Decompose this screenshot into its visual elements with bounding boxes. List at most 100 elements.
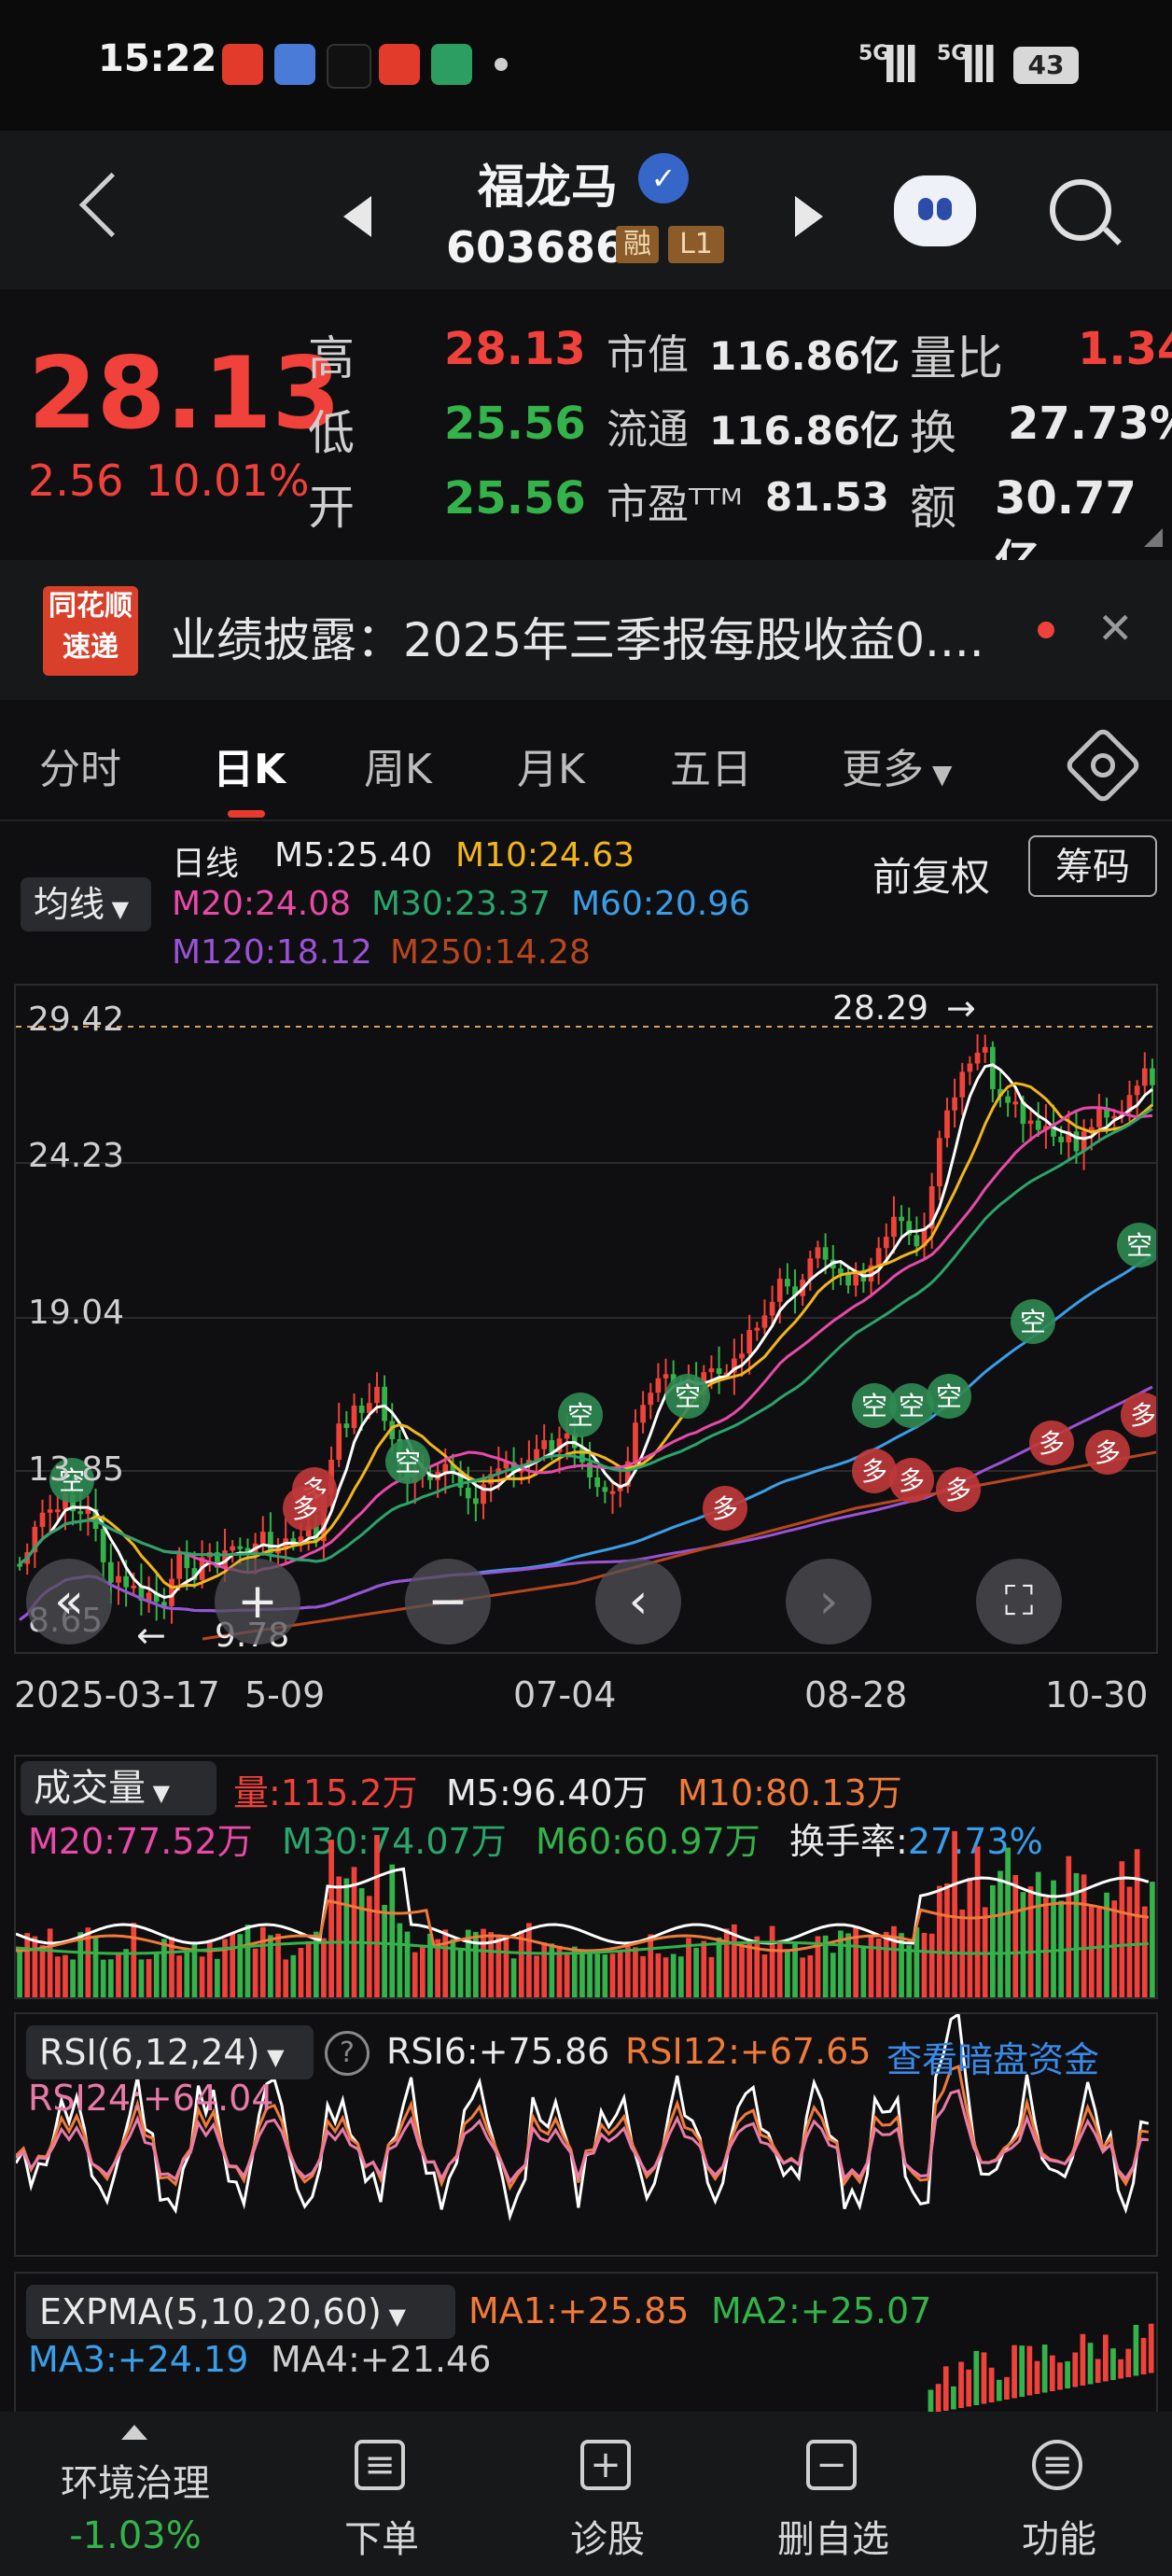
volume-bar	[989, 1884, 996, 1997]
close-icon[interactable]: ✕	[1097, 603, 1134, 653]
candle-body	[708, 1368, 715, 1373]
news-ticker[interactable]: 同花顺 速递 业绩披露：2025年三季报每股收益0.... ✕	[0, 560, 1172, 700]
sector-change: -1.03%	[69, 2514, 202, 2557]
next-stock-icon[interactable]	[795, 196, 823, 237]
candle-body	[100, 1529, 106, 1562]
svg-text:空: 空	[936, 1381, 962, 1412]
kline-chart-pane[interactable]: 空空空空空空空空空多多多多多多多多多	[14, 984, 1158, 1654]
volume-bar	[723, 1928, 730, 1997]
high-value: 28.13	[444, 323, 586, 375]
nav-order[interactable]: ≡ 下单	[302, 2412, 461, 2576]
scroll-left-icon[interactable]: ‹	[595, 1559, 681, 1645]
expma-indicator-selector[interactable]: EXPMA(5,10,20,60) ▼	[26, 2285, 455, 2339]
x-axis-label: 08-28	[804, 1674, 908, 1715]
candle-body	[974, 1052, 981, 1064]
turnover-value: 27.73%	[1008, 398, 1172, 450]
candle-body	[815, 1247, 821, 1259]
nav-remove-watchlist[interactable]: − 删自选	[754, 2412, 913, 2576]
candle-body	[776, 1279, 783, 1302]
back-arrow-icon[interactable]	[78, 172, 145, 238]
expma-candle	[1080, 2333, 1086, 2386]
volume-bar	[244, 1925, 251, 1997]
candle-body	[989, 1046, 996, 1089]
volume-bar	[609, 1953, 616, 1997]
candle-body	[785, 1279, 790, 1287]
volume-bar	[648, 1934, 654, 1997]
nav-diagnose[interactable]: + 诊股	[528, 2412, 687, 2576]
volume-bar	[495, 1934, 502, 1997]
volume-bar	[1051, 1880, 1056, 1997]
nav-functions[interactable]: ≡ 功能	[980, 2412, 1138, 2576]
signal-bars-icon	[886, 45, 922, 82]
expma-candle	[958, 2361, 964, 2408]
candle-body	[1141, 1068, 1148, 1086]
help-icon[interactable]: ?	[325, 2031, 370, 2076]
candle-body	[875, 1248, 882, 1266]
tab-weekly-k[interactable]: 周K	[364, 735, 432, 795]
price-change: 2.56	[28, 455, 124, 506]
chips-button[interactable]: 筹码	[1028, 835, 1157, 897]
zoom-out-icon[interactable]: −	[405, 1559, 491, 1645]
short-signal-marker: 空	[1117, 1223, 1156, 1267]
candle-body	[343, 1423, 350, 1428]
candle-body	[640, 1405, 646, 1423]
volume-bar	[952, 1830, 957, 1997]
ai-assistant-robot-icon[interactable]	[894, 175, 976, 246]
ma20-value: M20:24.08	[172, 885, 352, 923]
dark-pool-funds-link[interactable]: 查看暗盘资金	[886, 2031, 1099, 2082]
expma-candle	[1087, 2343, 1094, 2385]
volume-bar	[1043, 1897, 1049, 1997]
candle-body	[822, 1247, 829, 1260]
volume-bar	[481, 1928, 486, 1997]
volume-bar	[526, 1923, 532, 1997]
candle-body	[358, 1406, 365, 1413]
volume-bar	[63, 1954, 68, 1997]
candle-body	[1096, 1109, 1102, 1127]
signal-5g-2: 5G	[937, 42, 969, 65]
volume-bar	[252, 1948, 258, 1997]
rsi-indicator-selector[interactable]: RSI(6,12,24) ▼	[26, 2025, 314, 2079]
fullscreen-icon[interactable]: ⛶	[976, 1559, 1062, 1645]
volume-pane[interactable]	[14, 1755, 1158, 1999]
search-icon[interactable]	[1050, 179, 1111, 241]
volume-bar	[321, 1938, 327, 1997]
volume-bar	[998, 1870, 1003, 1997]
low-value: 25.56	[444, 398, 586, 450]
ma-indicator-selector[interactable]: 均线 ▼	[21, 877, 151, 931]
expand-corner-icon[interactable]	[1144, 528, 1163, 547]
high-marker-label: 28.29	[832, 989, 929, 1028]
candle-body	[351, 1406, 357, 1428]
expma-candle	[1095, 2359, 1101, 2383]
scroll-right-icon[interactable]: ›	[786, 1559, 872, 1645]
tab-intraday[interactable]: 分时	[39, 735, 121, 795]
tab-monthly-k[interactable]: 月K	[517, 735, 585, 795]
long-signal-marker: 多	[936, 1467, 981, 1512]
fast-back-icon[interactable]: «	[26, 1559, 112, 1645]
volume-bar	[24, 1933, 31, 1997]
short-signal-marker: 空	[558, 1393, 603, 1437]
candle-body	[807, 1258, 814, 1281]
volume-bar	[382, 1904, 387, 1997]
open-label: 开	[308, 481, 355, 535]
zoom-in-icon[interactable]: +	[215, 1559, 300, 1645]
pe-ttm-label: 市盈ᵀᵀᴹ	[607, 481, 743, 528]
tab-five-day[interactable]: 五日	[670, 735, 752, 795]
chart-settings-icon[interactable]	[1063, 725, 1143, 805]
y-axis-label: 13.85	[28, 1450, 125, 1489]
volume-bar	[298, 1947, 304, 1997]
tab-daily-k[interactable]: 日K	[213, 735, 286, 795]
news-headline[interactable]: 业绩披露：2025年三季报每股收益0....	[170, 603, 984, 670]
candle-body	[47, 1509, 53, 1513]
nav-diagnose-label: 诊股	[570, 2518, 645, 2561]
adjust-mode-button[interactable]: 前复权	[872, 846, 990, 903]
tab-more[interactable]: 更多 ▼	[842, 735, 952, 795]
svg-text:多: 多	[1095, 1437, 1121, 1468]
menu-icon: ≡	[1032, 2440, 1082, 2490]
previous-stock-icon[interactable]	[343, 196, 371, 237]
candle-body	[936, 1138, 942, 1186]
volume-bar	[32, 1936, 38, 1997]
sector-info[interactable]: 环境治理 -1.03%	[56, 2412, 215, 2576]
volume-bar	[215, 1958, 220, 1997]
rsi12-value: RSI12:+67.65	[625, 2031, 872, 2072]
volume-bar	[412, 1952, 418, 1997]
